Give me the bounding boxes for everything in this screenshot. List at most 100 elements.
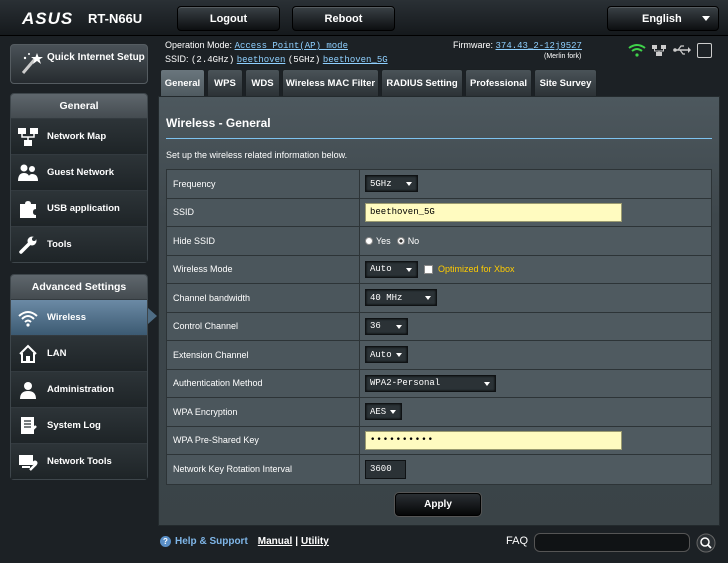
table-row: Control Channel 36 [167, 312, 711, 341]
footer-links: ? Help & Support Manual | Utility [160, 536, 329, 547]
chevron-down-icon [396, 324, 402, 329]
authentication-method-select[interactable]: WPA2-Personal [365, 374, 496, 392]
settings-table: Frequency 5GHz SSID beethoven_5G Hide SS… [166, 169, 712, 485]
control-channel-label: Control Channel [167, 312, 360, 340]
table-row: Channel bandwidth 40 MHz [167, 284, 711, 313]
xbox-checkbox[interactable] [424, 264, 433, 274]
sidebar-item-guest-network[interactable]: Guest Network [11, 154, 147, 190]
ssid-line: SSID: (2.4GHz) beethoven (5GHz) beethove… [165, 54, 388, 65]
tab-wireless-mac-filter[interactable]: Wireless MAC Filter [282, 69, 379, 96]
chevron-down-icon [406, 182, 412, 187]
sidebar-item-administration[interactable]: Administration [11, 371, 147, 407]
chevron-down-icon [425, 296, 431, 301]
page-description: Set up the wireless related information … [166, 150, 348, 160]
wireless-mode-label: Wireless Mode [167, 255, 360, 283]
authentication-method-value: WPA2-Personal [370, 378, 441, 389]
chevron-down-icon [396, 353, 402, 358]
sidebar-item-network-map[interactable]: Network Map [11, 118, 147, 154]
usb-status-icon[interactable] [673, 44, 691, 56]
chevron-down-icon [702, 16, 710, 21]
sidebar-item-lan[interactable]: LAN [11, 335, 147, 371]
advanced-settings-menu: Advanced Settings Wireless LAN Administr… [10, 274, 148, 480]
sidebar-item-label: Network Map [47, 131, 107, 142]
hide-ssid-no-radio[interactable]: No [396, 235, 420, 246]
operation-mode-link[interactable]: Access Point(AP) mode [235, 41, 348, 51]
authentication-method-label: Authentication Method [167, 369, 360, 397]
frequency-label: Frequency [167, 170, 360, 198]
model-name: RT-N66U [88, 11, 143, 26]
wpa-key-input[interactable]: •••••••••• [365, 430, 622, 450]
language-label: English [642, 12, 682, 25]
wpa-encryption-select[interactable]: AES [365, 403, 402, 421]
frequency-value: 5GHz [370, 178, 392, 189]
language-select[interactable]: English [607, 6, 719, 31]
table-row: Network Key Rotation Interval 3600 [167, 455, 711, 484]
faq-search-input[interactable] [534, 533, 690, 552]
usb-puzzle-icon [17, 198, 39, 220]
sidebar-item-system-log[interactable]: System Log [11, 407, 147, 443]
ssid-24-label: (2.4GHz) [191, 55, 235, 65]
utility-link[interactable]: Utility [301, 536, 329, 547]
wifi-status-icon[interactable] [628, 43, 646, 57]
chevron-down-icon [406, 267, 412, 272]
chevron-down-icon [390, 410, 396, 415]
apply-button[interactable]: Apply [395, 493, 481, 516]
tab-site-survey[interactable]: Site Survey [534, 69, 597, 96]
tab-wds[interactable]: WDS [245, 69, 280, 96]
operation-mode-label: Operation Mode: [165, 40, 233, 50]
help-icon: ? [160, 536, 171, 547]
table-row: Hide SSID Yes No [167, 227, 711, 256]
radio-no-label: No [407, 235, 420, 246]
firmware-link[interactable]: 374.43_2-12j9527 [496, 41, 582, 51]
wrench-icon [17, 234, 39, 256]
table-row: Wireless Mode Auto Optimized for Xbox [167, 255, 711, 284]
radio-selected-icon [396, 236, 405, 245]
wireless-mode-select[interactable]: Auto [365, 260, 418, 278]
reboot-button[interactable]: Reboot [292, 6, 395, 31]
sidebar-item-network-tools[interactable]: Network Tools [11, 443, 147, 479]
operation-mode-line: Operation Mode: Access Point(AP) mode [165, 40, 348, 51]
table-row: Extension Channel Auto [167, 341, 711, 370]
sidebar-item-label: System Log [47, 420, 101, 431]
network-map-icon [17, 126, 39, 148]
asus-logo: ASUS [22, 9, 74, 28]
sidebar-item-label: USB application [47, 203, 120, 214]
extension-channel-select[interactable]: Auto [365, 346, 408, 364]
notification-status-icon[interactable] [697, 43, 712, 58]
extension-channel-value: Auto [370, 349, 392, 360]
sidebar-item-usb-application[interactable]: USB application [11, 190, 147, 226]
manual-link[interactable]: Manual [258, 536, 292, 547]
advanced-settings-header: Advanced Settings [11, 275, 147, 299]
wpa-key-label: WPA Pre-Shared Key [167, 426, 360, 454]
wpa-encryption-label: WPA Encryption [167, 398, 360, 426]
ssid-5-link[interactable]: beethoven_5G [323, 55, 388, 65]
magic-wand-icon [21, 53, 43, 74]
logout-button[interactable]: Logout [177, 6, 280, 31]
wireless-mode-value: Auto [370, 264, 392, 275]
general-header: General [11, 94, 147, 118]
admin-user-icon [17, 379, 39, 401]
control-channel-select[interactable]: 36 [365, 317, 408, 335]
tab-radius-setting[interactable]: RADIUS Setting [381, 69, 463, 96]
frequency-select[interactable]: 5GHz [365, 175, 418, 193]
tab-general[interactable]: General [160, 69, 205, 96]
ssid-input[interactable]: beethoven_5G [365, 202, 622, 222]
wpa-encryption-value: AES [370, 406, 387, 417]
key-rotation-input[interactable]: 3600 [365, 459, 406, 479]
channel-bandwidth-select[interactable]: 40 MHz [365, 289, 437, 307]
chevron-down-icon [484, 381, 490, 386]
search-icon[interactable] [696, 533, 716, 553]
guest-users-icon [17, 162, 39, 184]
tab-professional[interactable]: Professional [465, 69, 532, 96]
sidebar-item-wireless[interactable]: Wireless [11, 299, 147, 335]
help-support-link[interactable]: Help & Support [175, 536, 248, 547]
quick-internet-setup-button[interactable]: Quick Internet Setup [10, 44, 148, 84]
active-item-pointer [148, 308, 157, 324]
faq-label: FAQ [506, 535, 529, 547]
sidebar-item-tools[interactable]: Tools [11, 226, 147, 262]
ssid-24-link[interactable]: beethoven [237, 55, 286, 65]
hide-ssid-yes-radio[interactable]: Yes [365, 236, 391, 246]
system-log-icon [17, 415, 39, 437]
tab-wps[interactable]: WPS [207, 69, 243, 96]
network-status-icon[interactable] [651, 44, 667, 56]
